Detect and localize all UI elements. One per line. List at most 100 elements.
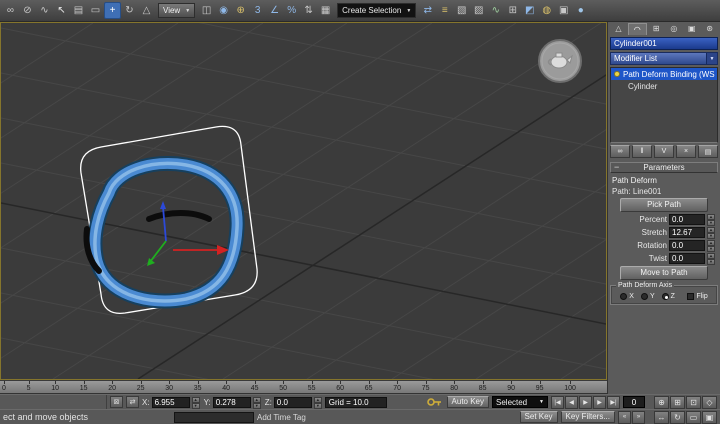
modifier-stack-item-0[interactable]: Path Deform Binding (WS xyxy=(611,68,717,80)
select-object-icon[interactable]: ↖ xyxy=(53,2,70,19)
spinner-down-icon[interactable]: ▼ xyxy=(707,259,715,265)
select-and-manipulate-icon[interactable]: ⊕ xyxy=(232,2,249,19)
spinner-down-icon[interactable]: ▼ xyxy=(707,246,715,252)
timeline-tick-30[interactable]: 30 xyxy=(165,381,173,393)
unlink-selection-icon[interactable]: ⊘ xyxy=(19,2,36,19)
timeline-tick-100[interactable]: 100 xyxy=(564,381,576,393)
y-coordinate-field[interactable]: 0.278 xyxy=(213,397,251,408)
auto-key-button[interactable]: Auto Key xyxy=(447,396,489,408)
timeline-tick-65[interactable]: 65 xyxy=(365,381,373,393)
zoom-all-icon[interactable]: ⊞ xyxy=(670,396,685,409)
make-unique-button[interactable]: V xyxy=(654,145,674,158)
mirror-icon[interactable]: ⇄ xyxy=(419,2,436,19)
schematic-view-icon[interactable]: ⊞ xyxy=(504,2,521,19)
zoom-icon[interactable]: ⊕ xyxy=(654,396,669,409)
select-by-name-icon[interactable]: ▤ xyxy=(70,2,87,19)
timeline-tick-45[interactable]: 45 xyxy=(251,381,259,393)
quick-render-icon[interactable]: ● xyxy=(572,2,589,19)
go-to-start-button[interactable]: |◀ xyxy=(551,396,564,409)
current-frame-field[interactable]: 0 xyxy=(623,396,645,408)
layer-manager-icon[interactable]: ▧ xyxy=(453,2,470,19)
edit-named-selection-icon[interactable]: ▦ xyxy=(317,2,334,19)
percent-spinner[interactable]: ▲▼ xyxy=(707,214,715,225)
timeline-tick-15[interactable]: 15 xyxy=(80,381,88,393)
percent-field[interactable]: 0.0 xyxy=(669,214,705,225)
spinner-down-icon[interactable]: ▼ xyxy=(707,233,715,239)
rotation-field[interactable]: 0.0 xyxy=(669,240,705,251)
go-to-end-button[interactable]: ▶| xyxy=(607,396,620,409)
timeline-tick-85[interactable]: 85 xyxy=(479,381,487,393)
parameters-rollout-header[interactable]: − Parameters xyxy=(610,162,718,173)
fov-icon[interactable]: ◇ xyxy=(702,396,717,409)
angle-snap-icon[interactable]: ∠ xyxy=(266,2,283,19)
z-coordinate-field[interactable]: 0.0 xyxy=(274,397,312,408)
orbit-icon[interactable]: ↻ xyxy=(670,411,685,424)
timeline-tick-50[interactable]: 50 xyxy=(279,381,287,393)
spinner-down-icon[interactable]: ▼ xyxy=(314,403,322,409)
graphite-ribbon-icon[interactable]: ▨ xyxy=(470,2,487,19)
flip-checkbox[interactable]: Flip xyxy=(687,293,707,300)
move-to-path-button[interactable]: Move to Path xyxy=(620,266,708,280)
play-animation-button[interactable]: ▶ xyxy=(579,396,592,409)
object-name-field[interactable]: Cylinder001 xyxy=(610,37,718,50)
absolute-offset-mode-icon[interactable]: ⇄ xyxy=(126,396,139,408)
previous-frame-button[interactable]: ◀ xyxy=(565,396,578,409)
tab-modify[interactable]: ◠ xyxy=(628,23,647,35)
tab-motion[interactable]: ◎ xyxy=(665,23,682,35)
timeline-tick-40[interactable]: 40 xyxy=(222,381,230,393)
material-editor-icon[interactable]: ◩ xyxy=(521,2,538,19)
bind-to-space-warp-icon[interactable]: ∿ xyxy=(36,2,53,19)
timeline-tick-90[interactable]: 90 xyxy=(507,381,515,393)
add-time-tag-label[interactable]: Add Time Tag xyxy=(257,413,306,422)
reference-coordinate-dropdown[interactable]: View ▼ xyxy=(158,3,195,18)
zoom-region-icon[interactable]: ▭ xyxy=(686,411,701,424)
set-key-button[interactable]: Set Key xyxy=(520,411,558,423)
select-and-scale-icon[interactable]: △ xyxy=(138,2,155,19)
set-keys-button[interactable] xyxy=(426,397,444,407)
x-coordinate-field[interactable]: 6.955 xyxy=(152,397,190,408)
rotation-spinner[interactable]: ▲▼ xyxy=(707,240,715,251)
y-coordinate-spinner[interactable]: ▲▼ xyxy=(253,397,261,408)
lock-selection-icon[interactable]: ⊠ xyxy=(110,396,123,408)
percent-snap-icon[interactable]: % xyxy=(283,2,300,19)
named-selection-set-dropdown[interactable]: Create Selection ▼ xyxy=(337,3,416,18)
align-icon[interactable]: ≡ xyxy=(436,2,453,19)
render-setup-icon[interactable]: ◍ xyxy=(538,2,555,19)
stretch-spinner[interactable]: ▲▼ xyxy=(707,227,715,238)
timeline-tick-70[interactable]: 70 xyxy=(393,381,401,393)
perspective-viewport[interactable] xyxy=(0,22,607,380)
timeline-tick-10[interactable]: 10 xyxy=(51,381,59,393)
timeline-tick-0[interactable]: 0 xyxy=(2,381,6,393)
maximize-viewport-icon[interactable]: ▣ xyxy=(702,411,717,424)
timeline-tick-95[interactable]: 95 xyxy=(536,381,544,393)
z-coordinate-spinner[interactable]: ▲▼ xyxy=(314,397,322,408)
pin-stack-button[interactable]: ∞ xyxy=(610,145,630,158)
path-deform-axis-x-radio[interactable]: X xyxy=(620,293,634,300)
show-end-result-button[interactable]: ‖ xyxy=(632,145,652,158)
snaps-toggle-icon[interactable]: 3 xyxy=(249,2,266,19)
next-frame-button[interactable]: ▶ xyxy=(593,396,606,409)
window-crossing-icon[interactable]: ◫ xyxy=(198,2,215,19)
twist-spinner[interactable]: ▲▼ xyxy=(707,253,715,264)
modifier-stack-item-1[interactable]: Cylinder xyxy=(611,80,717,92)
timeline-tick-5[interactable]: 5 xyxy=(27,381,31,393)
spinner-down-icon[interactable]: ▼ xyxy=(707,220,715,226)
use-pivot-point-icon[interactable]: ◉ xyxy=(215,2,232,19)
tab-hierarchy[interactable]: ⊞ xyxy=(648,23,665,35)
rectangular-selection-icon[interactable]: ▭ xyxy=(87,2,104,19)
select-and-link-icon[interactable]: ∞ xyxy=(2,2,19,19)
pan-icon[interactable]: ↔ xyxy=(654,411,669,424)
timeline-tick-55[interactable]: 55 xyxy=(308,381,316,393)
tab-display[interactable]: ▣ xyxy=(683,23,700,35)
key-filters-button[interactable]: Key Filters... xyxy=(561,411,615,423)
timeline-tick-35[interactable]: 35 xyxy=(194,381,202,393)
modifier-enabled-icon[interactable] xyxy=(614,71,620,77)
spinner-down-icon[interactable]: ▼ xyxy=(253,403,261,409)
select-and-move-icon[interactable]: + xyxy=(104,2,121,19)
time-tag-field[interactable] xyxy=(174,412,254,423)
configure-modifier-sets-button[interactable]: ▤ xyxy=(698,145,718,158)
timeline-tick-25[interactable]: 25 xyxy=(137,381,145,393)
select-and-rotate-icon[interactable]: ↻ xyxy=(121,2,138,19)
path-deform-axis-z-radio[interactable]: Z xyxy=(662,293,675,300)
tab-utilities[interactable]: ⊛ xyxy=(701,23,718,35)
